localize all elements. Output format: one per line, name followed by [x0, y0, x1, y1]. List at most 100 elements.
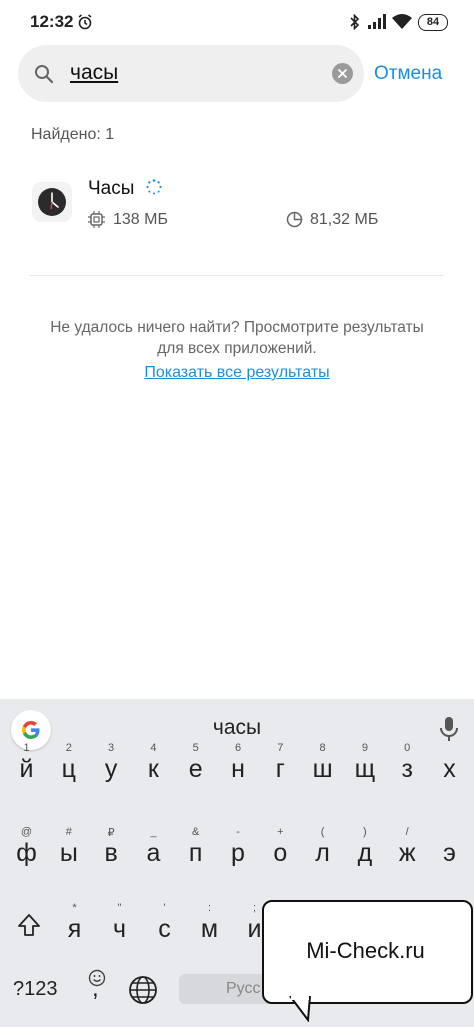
key-hint: 0 [404, 742, 411, 754]
key-hint: - [236, 826, 240, 838]
storage-chip-icon [88, 211, 105, 228]
app-storage-size: 138 МБ [113, 211, 168, 228]
divider [30, 275, 444, 276]
key-й[interactable]: 1й [6, 740, 47, 800]
bluetooth-icon [350, 14, 360, 30]
key-hint: / [405, 826, 409, 838]
key-щ[interactable]: 9щ [344, 740, 385, 800]
clock-icon [38, 188, 66, 216]
key-label: г [275, 755, 285, 783]
search-icon [35, 65, 54, 84]
key-hint: 2 [65, 742, 72, 754]
comma-key[interactable]: , [92, 975, 99, 1003]
clear-search-icon[interactable] [332, 63, 353, 84]
key-label: й [19, 755, 34, 783]
cancel-button[interactable]: Отмена [374, 63, 442, 85]
loading-spinner-icon [146, 179, 162, 195]
key-label: д [357, 839, 373, 867]
key-label: ы [59, 839, 78, 867]
suggestion-word[interactable]: часы [0, 716, 474, 740]
key-label: э [443, 839, 456, 867]
watermark-text: Mi-Check.ru [306, 938, 425, 963]
show-all-label[interactable]: Показать все результаты [144, 364, 329, 381]
key-hint: # [65, 826, 72, 838]
key-hint: : [207, 902, 212, 914]
key-hint: 7 [277, 742, 284, 754]
key-label: м [200, 915, 219, 943]
key-р[interactable]: -р [218, 824, 259, 884]
key-с[interactable]: ' с [144, 900, 185, 960]
key-hint: 5 [192, 742, 199, 754]
app-data-size: 81,32 МБ [310, 211, 379, 228]
key-е[interactable]: 5е [175, 740, 216, 800]
key-hint: " [117, 902, 122, 914]
key-д[interactable]: ) д [344, 824, 385, 884]
show-all-results-link[interactable]: Показать все результаты [0, 364, 474, 382]
key-label: к [147, 755, 159, 783]
app-name[interactable]: Часы [88, 178, 134, 200]
key-hint: ' [163, 902, 166, 914]
key-hint: ) [363, 826, 367, 838]
key-ч[interactable]: " ч [99, 900, 140, 960]
key-label: у [104, 755, 118, 783]
wifi-icon [392, 14, 412, 29]
key-в[interactable]: ₽ в [91, 824, 132, 884]
key-п[interactable]: & п [175, 824, 216, 884]
not-found-line-2: для всех приложений. [157, 340, 317, 357]
key-н[interactable]: 6н [218, 740, 259, 800]
microphone-icon[interactable] [439, 716, 459, 742]
key-hint: ( [320, 826, 325, 838]
key-label: о [273, 839, 288, 867]
key-label: ц [61, 755, 76, 783]
shift-icon[interactable] [16, 912, 42, 938]
globe-icon[interactable] [128, 975, 158, 1005]
key-label: ф [16, 839, 37, 867]
key-label: я [67, 915, 82, 943]
key-label: щ [354, 755, 376, 783]
key-л[interactable]: (л [302, 824, 343, 884]
signal-icon [368, 14, 386, 29]
key-hint: 6 [234, 742, 242, 754]
key-ц[interactable]: 2ц [48, 740, 89, 800]
data-usage-icon [286, 211, 303, 228]
results-count: Найдено: 1 [31, 126, 115, 143]
alarm-icon [78, 14, 92, 30]
key-label: ш [312, 755, 333, 783]
key-э[interactable]: э [429, 824, 470, 884]
key-з[interactable]: 0з [387, 740, 428, 800]
key-ф[interactable]: @ ф [6, 824, 47, 884]
key-label: р [231, 839, 245, 867]
key-hint: & [192, 826, 200, 838]
key-у[interactable]: 3у [91, 740, 132, 800]
key-ш[interactable]: 8ш [302, 740, 343, 800]
key-label: в [104, 839, 118, 867]
key-а[interactable]: _ а [133, 824, 174, 884]
key-hint: 1 [23, 742, 30, 754]
numbers-key[interactable]: ?123 [13, 978, 58, 1001]
not-found-message: Не удалось ничего найти? Просмотрите рез… [0, 317, 474, 359]
key-ж[interactable]: / ж [387, 824, 428, 884]
key-label: ч [112, 915, 127, 943]
not-found-line-1: Не удалось ничего найти? Просмотрите рез… [50, 319, 424, 336]
key-к[interactable]: 4к [133, 740, 174, 800]
key-hint: * [72, 902, 77, 914]
key-х[interactable]: х [429, 740, 470, 800]
key-г[interactable]: 7г [260, 740, 301, 800]
key-м[interactable]: :м [189, 900, 230, 960]
battery-indicator: 84 [418, 14, 448, 31]
key-label: п [188, 839, 203, 867]
clock-app-icon[interactable] [32, 182, 72, 222]
key-hint: 8 [319, 742, 326, 754]
callout-tail-icon [289, 996, 311, 1022]
key-ы[interactable]: # ы [48, 824, 89, 884]
key-hint: 3 [108, 742, 115, 754]
search-input[interactable]: часы [70, 61, 118, 85]
key-о[interactable]: + о [260, 824, 301, 884]
key-label: ж [398, 839, 416, 867]
key-hint: _ [150, 826, 157, 838]
key-label: с [158, 915, 171, 943]
key-label: н [231, 755, 245, 783]
key-hint: 9 [361, 742, 368, 754]
key-hint: + [277, 826, 284, 838]
key-я[interactable]: * я [54, 900, 95, 960]
